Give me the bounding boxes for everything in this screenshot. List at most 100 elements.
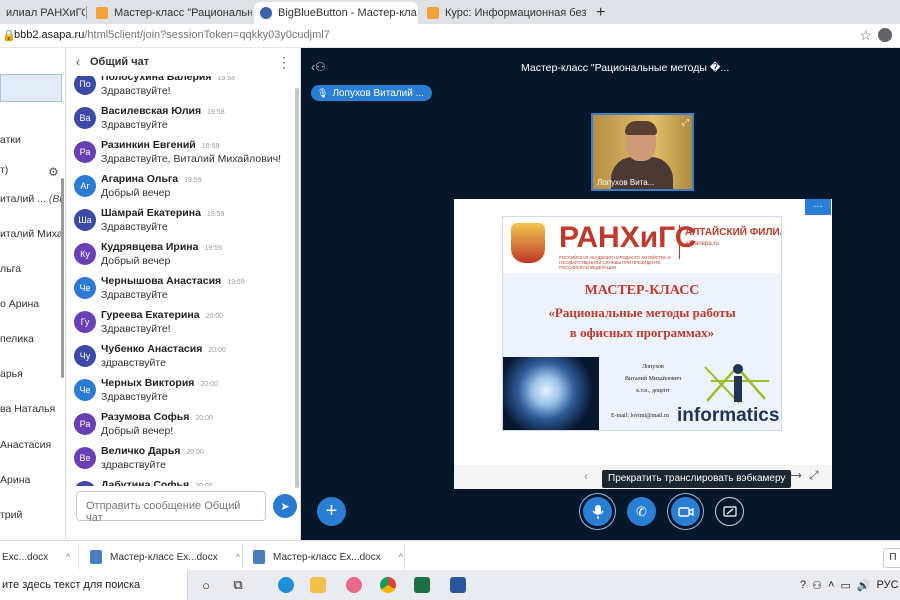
talking-indicator[interactable]: 🎙 Лопухов Виталий ... <box>311 85 432 101</box>
message-author: Чубенко Анастасия 20:00 <box>101 343 226 355</box>
language-indicator[interactable]: РУС <box>877 579 899 591</box>
avatar[interactable]: Да <box>74 481 96 486</box>
paint-icon[interactable] <box>342 574 366 596</box>
send-message-button[interactable]: ➤ <box>273 494 297 518</box>
chevron-up-icon[interactable]: ^ <box>236 552 240 562</box>
avatar[interactable]: Аг <box>74 175 96 197</box>
url-field[interactable]: bbb2.asapa.ru/html5client/join?sessionTo… <box>14 29 330 41</box>
avatar[interactable]: Гу <box>74 311 96 333</box>
slide-branch: АЛТАЙСКИЙ ФИЛИАЛ <box>685 227 781 238</box>
edge-browser-icon[interactable] <box>274 574 298 596</box>
avatar[interactable]: Че <box>74 379 96 401</box>
help-icon[interactable]: ? <box>800 579 806 591</box>
chat-message: Ра Разумова Софья 20:00 Добрый вечер! <box>72 410 292 444</box>
volume-icon[interactable]: 🔊 <box>857 579 871 592</box>
author-last-name: Лопухов <box>642 364 664 370</box>
user-list-item[interactable]: пелика <box>0 333 62 355</box>
message-text: Здравствуйте, Виталий Михайлович! <box>101 153 282 165</box>
show-all-downloads-button[interactable]: П <box>883 548 900 568</box>
task-view-icon[interactable]: ⧉ <box>226 574 250 596</box>
cortana-icon[interactable]: ○ <box>194 574 218 596</box>
excel-icon[interactable] <box>410 574 434 596</box>
browser-tab-2[interactable]: Мастер-класс "Рациональные м ✕ <box>90 2 252 24</box>
leave-audio-button[interactable]: ✆ <box>627 497 656 526</box>
avatar[interactable]: Ку <box>74 243 96 265</box>
message-author: Гуреева Екатерина 20:00 <box>101 309 223 321</box>
chevron-up-icon[interactable]: ˄ <box>828 579 834 591</box>
video-camera-icon <box>677 506 694 517</box>
user-list-item[interactable]: италий Миха... <box>0 228 62 250</box>
message-time: 20:00 <box>195 483 213 486</box>
actions-plus-button[interactable]: + <box>317 497 346 526</box>
chat-message: Гу Гуреева Екатерина 20:00 Здравствуйте! <box>72 308 292 342</box>
user-list-item[interactable]: атки <box>0 134 62 156</box>
message-time: 19:58 <box>201 143 220 150</box>
slide-subtitle-line1: «Рациональные методы работы <box>548 305 736 320</box>
avatar[interactable]: Ве <box>74 447 96 469</box>
message-time: 20:00 <box>205 313 224 320</box>
browser-tab-3[interactable]: BigBlueButton - Мастер-кла ● ✕ <box>254 2 418 24</box>
download-item[interactable]: Мастер-класс Ex...docx ^ <box>90 547 240 567</box>
network-icon[interactable]: ▭ <box>840 579 850 592</box>
user-list-item-self[interactable]: италий ... (Вы) <box>0 193 62 215</box>
new-tab-button[interactable]: + <box>590 2 610 24</box>
chat-message-input[interactable]: Отправить сообщение Общий чат <box>76 491 266 524</box>
fullscreen-icon[interactable]: ⤢ <box>682 117 689 128</box>
tab-label: Курс: Информационная безопа <box>445 7 586 19</box>
message-time: 20:00 <box>186 449 204 456</box>
author-first-name: Виталий Михайлович <box>625 376 681 382</box>
chat-scrollbar[interactable] <box>295 88 299 488</box>
browser-tab-4[interactable]: Курс: Информационная безопа ✕ <box>421 2 586 24</box>
user-list-toggle-icon[interactable]: ‹⚇ <box>311 60 326 74</box>
file-explorer-icon[interactable] <box>306 574 330 596</box>
avatar[interactable]: Ва <box>74 107 96 129</box>
presentation-slide[interactable]: РАНХиГС РОССИЙСКАЯ АКАДЕМИЯ НАРОДНОГО ХО… <box>454 199 832 489</box>
docx-file-icon <box>90 550 102 564</box>
user-list-item[interactable]: о Арина <box>0 298 62 320</box>
more-options-icon[interactable]: ⋮ <box>277 54 291 71</box>
gear-icon[interactable]: ⚙ <box>48 165 59 179</box>
user-list-selected-item[interactable] <box>0 74 62 102</box>
tab-separator <box>86 6 87 19</box>
ranepa-emblem-icon <box>511 223 545 263</box>
user-list-item[interactable]: арья <box>0 368 62 390</box>
download-item[interactable]: Exc...docx ^ <box>2 547 70 567</box>
user-list-item[interactable]: Арина <box>0 474 62 496</box>
user-list-item[interactable]: трий <box>0 509 62 531</box>
avatar[interactable]: Ра <box>74 141 96 163</box>
bookmark-star-icon[interactable]: ☆ <box>859 27 872 44</box>
chat-message: Ве Величко Дарья 20:00 здравствуйте <box>72 444 292 478</box>
chevron-up-icon[interactable]: ^ <box>66 552 70 562</box>
presentation-options-button[interactable]: … <box>805 199 831 215</box>
avatar[interactable]: По <box>74 76 96 95</box>
chrome-icon[interactable] <box>376 574 400 596</box>
taskbar-search-input[interactable]: ите здесь текст для поиска <box>0 570 188 600</box>
word-icon[interactable] <box>446 574 470 596</box>
webcam-video[interactable]: ⤢ Лопухов Вита... <box>591 113 694 191</box>
user-list-item[interactable]: ва Наталья <box>0 403 62 425</box>
chevron-left-icon[interactable]: ‹ <box>76 55 80 69</box>
previous-slide-icon[interactable]: ‹ <box>584 469 588 483</box>
fullscreen-icon[interactable]: ⤢ <box>809 468 819 483</box>
people-icon[interactable]: ⚇ <box>812 579 822 592</box>
screen-share-button[interactable] <box>715 497 744 526</box>
download-separator <box>242 545 243 569</box>
avatar[interactable]: Ша <box>74 209 96 231</box>
chevron-up-icon[interactable]: ^ <box>399 552 403 562</box>
mute-button[interactable] <box>583 497 612 526</box>
chat-message: По Полосухина Валерия 19:58 Здравствуйте! <box>72 76 292 104</box>
avatar[interactable]: Ра <box>74 413 96 435</box>
profile-avatar[interactable] <box>878 28 892 42</box>
download-item[interactable]: Мастер-класс Ex...docx ^ <box>253 547 403 567</box>
bigbluebutton-icon <box>260 7 272 19</box>
users-scrollbar[interactable] <box>61 178 64 378</box>
avatar[interactable]: Че <box>74 277 96 299</box>
user-list-item[interactable]: Анастасия <box>0 439 62 461</box>
avatar[interactable]: Чу <box>74 345 96 367</box>
users-panel: атки т) ⚙ италий ... (Вы) италий Миха...… <box>0 48 66 540</box>
browser-tab-1[interactable]: илиал РАНХиГС ✕ <box>0 2 85 24</box>
author-name: Шамрай Екатерина <box>101 207 201 219</box>
webcam-button[interactable] <box>671 497 700 526</box>
user-list-item[interactable]: льга <box>0 263 62 285</box>
browser-tab-bar: илиал РАНХиГС ✕ Мастер-класс "Рациональн… <box>0 0 900 24</box>
